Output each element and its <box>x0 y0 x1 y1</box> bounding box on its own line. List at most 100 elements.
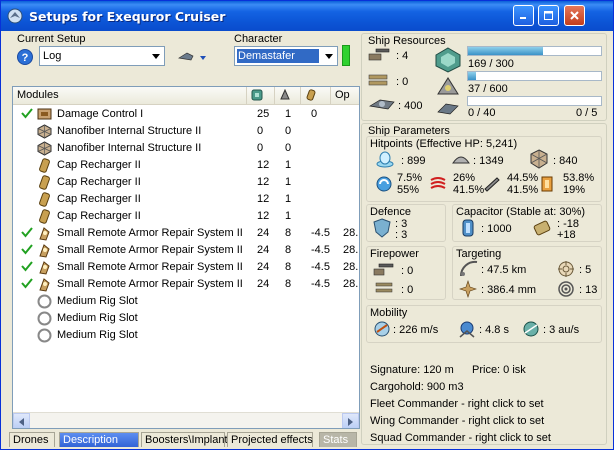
module-optimal: 28. <box>343 278 359 290</box>
ship-parameters-panel: Ship Parameters Hitpoints (Effective HP:… <box>361 123 607 445</box>
powergrid-bar <box>467 71 602 81</box>
cargohold: Cargohold: 900 m3 <box>370 381 464 393</box>
module-row[interactable]: Small Remote Armor Repair System II 24 8 -4… <box>13 225 359 242</box>
ship-resources-panel: Ship Resources : 4 : 0 : 400 169 / 300 3… <box>361 33 607 121</box>
module-powergrid: 1 <box>285 176 292 188</box>
column-powergrid[interactable] <box>275 87 301 104</box>
module-row[interactable]: Nanofiber Internal Structure II 0 0 <box>13 123 359 140</box>
module-cpu: 12 <box>257 210 270 222</box>
setup-dropdown-button[interactable] <box>148 48 163 64</box>
module-name: Nanofiber Internal Structure II <box>57 125 202 137</box>
max-targets-icon <box>558 261 574 277</box>
scroll-left-button[interactable] <box>13 413 30 428</box>
tab-boosters-implants[interactable]: Boosters\Implants <box>141 432 233 447</box>
module-row[interactable]: Small Remote Armor Repair System II 24 8 -4… <box>13 276 359 293</box>
squad-commander[interactable]: Squad Commander - right click to set <box>370 432 551 444</box>
module-optimal: 28. <box>343 244 359 256</box>
svg-text:?: ? <box>22 52 29 64</box>
cap-recharger-icon <box>39 209 50 224</box>
launcher-hardpoints: : 0 <box>396 76 409 88</box>
capacitor-group: Capacitor (Stable at: 30%) : 1000 : -18 … <box>452 204 602 242</box>
defence-label: Defence <box>370 206 411 218</box>
nanofiber-icon <box>37 141 52 156</box>
module-name: Cap Recharger II <box>57 159 141 171</box>
close-icon <box>570 11 579 20</box>
maximize-button[interactable] <box>538 5 559 26</box>
targeting-group: Targeting : 47.5 km : 5 : 386.4 mm: 13 <box>452 246 602 300</box>
tab-description[interactable]: Description <box>59 432 139 447</box>
tab-drones[interactable]: Drones <box>9 432 55 447</box>
explosive-resist-icon <box>541 176 553 192</box>
powergrid-icon <box>437 77 459 95</box>
missile-damage-icon <box>375 282 393 293</box>
module-row[interactable]: Cap Recharger II 12 1 <box>13 208 359 225</box>
sensor-strength-icon <box>558 281 574 297</box>
firepower-top: : 0 <box>401 265 414 277</box>
scroll-right-button[interactable] <box>342 413 359 428</box>
module-row[interactable]: Medium Rig Slot <box>13 310 359 327</box>
capacitor-icon <box>462 219 474 237</box>
module-optimal: 28. <box>343 227 359 239</box>
module-name: Cap Recharger II <box>57 193 141 205</box>
turret-hardpoint-icon <box>368 48 390 61</box>
velocity: : 226 m/s <box>393 324 439 336</box>
fleet-commander[interactable]: Fleet Commander - right click to set <box>370 398 544 410</box>
check-icon <box>21 244 33 255</box>
module-row[interactable]: Medium Rig Slot <box>13 327 359 344</box>
module-row[interactable]: Damage Control I 25 1 0 <box>13 106 359 123</box>
column-cpu[interactable] <box>247 87 275 104</box>
module-powergrid: 1 <box>285 159 292 171</box>
column-modules[interactable]: Modules <box>13 87 247 104</box>
ship-menu-button[interactable] <box>177 48 209 66</box>
module-powergrid: 8 <box>285 278 292 290</box>
title-bar[interactable]: Setups for Exequror Cruiser <box>1 1 613 31</box>
structure-hp: : 840 <box>553 155 578 167</box>
em-resist-icon <box>376 176 392 192</box>
module-row[interactable]: Cap Recharger II 12 1 <box>13 157 359 174</box>
module-cpu: 12 <box>257 193 270 205</box>
rig-slot-icon <box>37 311 52 326</box>
character-dropdown-button[interactable] <box>321 48 336 64</box>
kinetic-resist-icon <box>484 177 500 192</box>
turret-hardpoints: : 4 <box>396 50 409 62</box>
column-op[interactable]: Op <box>331 87 359 104</box>
column-capacitor[interactable] <box>301 87 331 104</box>
close-button[interactable] <box>564 5 585 26</box>
shield-hp: : 899 <box>401 155 426 167</box>
align-time: : 4.8 s <box>479 324 509 336</box>
remote-armor-repair-icon <box>39 278 50 292</box>
damage-control-icon <box>37 108 52 120</box>
thermal-resist-bottom: 41.5% <box>453 184 485 196</box>
signature: Signature: 120 m <box>370 364 454 376</box>
minimize-button[interactable] <box>513 5 534 26</box>
defence-icon <box>373 218 391 238</box>
character-select[interactable]: Demastafer <box>234 46 338 66</box>
module-cpu: 24 <box>257 278 270 290</box>
module-capacitor: -4.5 <box>311 278 330 290</box>
targeting-label: Targeting <box>456 248 502 260</box>
warp-speed: : 3 au/s <box>543 324 580 336</box>
app-icon <box>7 8 23 24</box>
module-row[interactable]: Small Remote Armor Repair System II 24 8 -4… <box>13 259 359 276</box>
powergrid-icon <box>280 88 290 100</box>
module-row[interactable]: Small Remote Armor Repair System II 24 8 -4… <box>13 242 359 259</box>
module-row[interactable]: Cap Recharger II 12 1 <box>13 174 359 191</box>
module-cpu: 24 <box>257 244 270 256</box>
module-row[interactable]: Nanofiber Internal Structure II 0 0 <box>13 140 359 157</box>
module-row[interactable]: Medium Rig Slot <box>13 293 359 310</box>
module-capacitor: 0 <box>311 108 318 120</box>
setup-select[interactable]: Log <box>39 46 165 66</box>
tab-stats[interactable]: Stats <box>319 432 357 447</box>
tab-projected-effects[interactable]: Projected effects <box>227 432 313 447</box>
module-name: Small Remote Armor Repair System II <box>57 278 243 290</box>
wing-commander[interactable]: Wing Commander - right click to set <box>370 415 544 427</box>
warp-speed-icon <box>523 321 539 337</box>
modules-list[interactable]: Modules Op Damage Control I 25 1 0 Nanofiber… <box>12 86 360 429</box>
module-optimal: 28. <box>343 261 359 273</box>
check-icon <box>21 278 33 289</box>
help-icon[interactable]: ? <box>17 49 33 65</box>
powergrid-value: 37 / 600 <box>468 83 508 95</box>
horizontal-scrollbar[interactable] <box>13 412 359 428</box>
module-row[interactable]: Cap Recharger II 12 1 <box>13 191 359 208</box>
module-name: Small Remote Armor Repair System II <box>57 244 243 256</box>
